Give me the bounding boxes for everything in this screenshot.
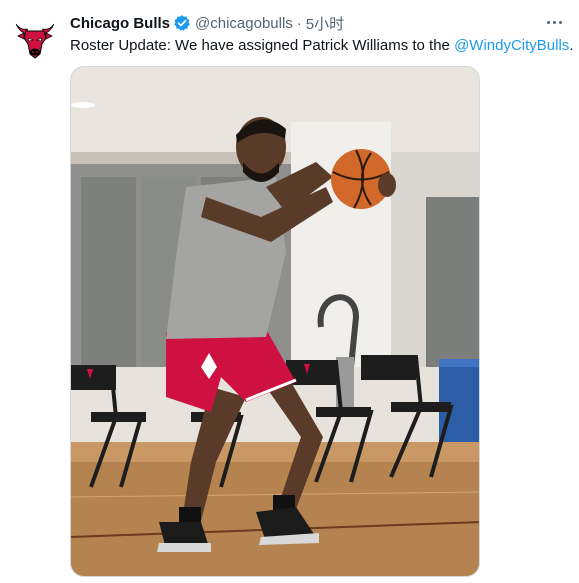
tweet-photo[interactable] (70, 66, 480, 577)
tweet-text-body: Roster Update: We have assigned Patrick … (70, 37, 455, 54)
tweet[interactable]: Chicago Bulls @chicagobulls · 5小时 Roster… (0, 0, 579, 583)
mention-link[interactable]: @WindyCityBulls (454, 37, 569, 54)
tweet-text-end: . (569, 37, 574, 54)
author-name[interactable]: Chicago Bulls (70, 15, 170, 32)
tweet-text: Roster Update: We have assigned Patrick … (70, 36, 573, 56)
author-handle[interactable]: @chicagobulls (195, 15, 293, 32)
tweet-header: Chicago Bulls @chicagobulls · 5小时 (70, 12, 567, 34)
more-options-icon[interactable] (543, 12, 565, 32)
chicago-bulls-logo-icon (15, 23, 55, 59)
timestamp[interactable]: 5小时 (306, 13, 344, 34)
verified-badge-icon (174, 15, 190, 31)
separator-dot: · (296, 14, 302, 32)
avatar[interactable] (12, 14, 58, 60)
photo-basketball-player-shooting (71, 67, 479, 576)
